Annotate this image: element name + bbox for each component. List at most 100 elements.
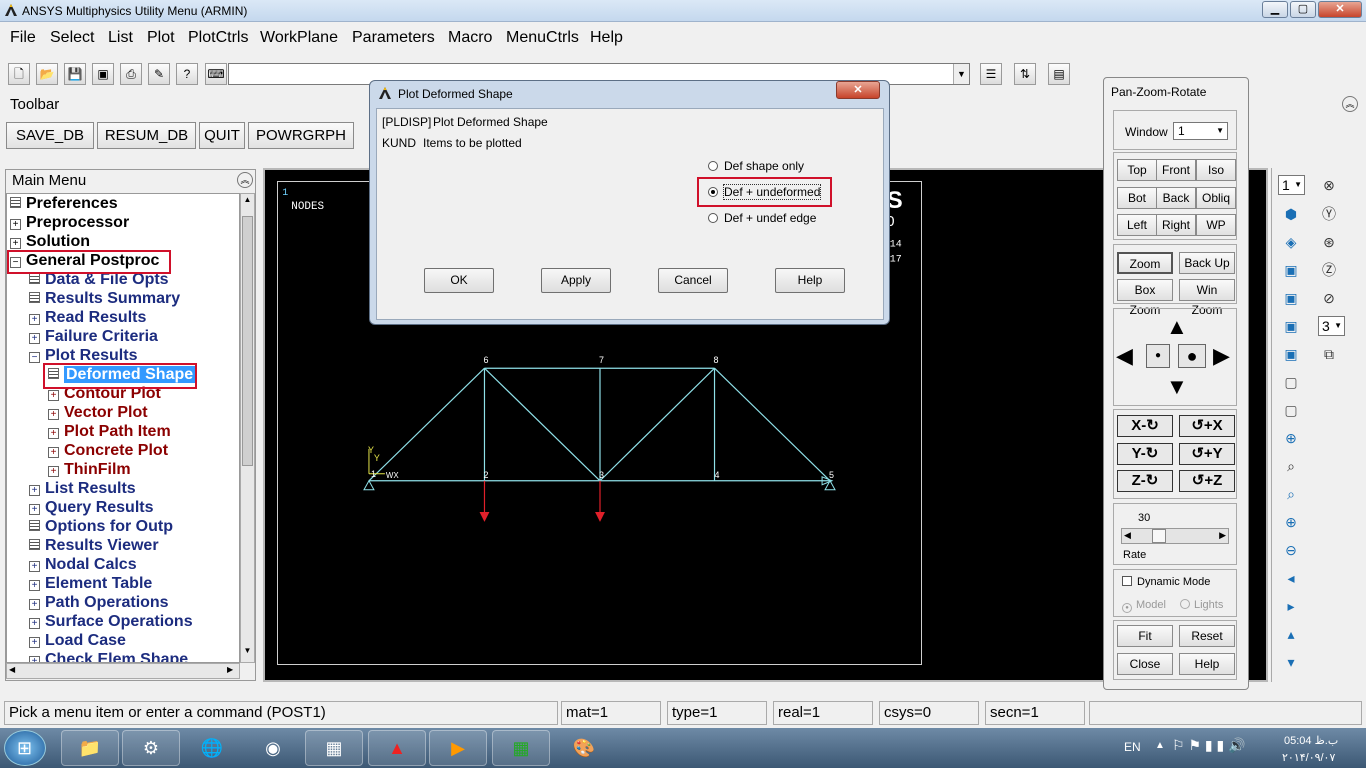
menu-tree-item[interactable]: Results Summary	[29, 289, 180, 308]
ortho-select-dropdown[interactable]: 3 ▼	[1318, 316, 1345, 336]
menu-tree-item[interactable]: + Nodal Calcs	[29, 555, 137, 574]
keyboard-icon[interactable]: ⌨	[205, 63, 227, 85]
zoom-box-icon[interactable]: ⌕	[1280, 455, 1302, 477]
document-icon[interactable]	[29, 539, 40, 550]
raise-hidden-icon[interactable]: ☰	[980, 63, 1002, 85]
dynamic-mode-checkbox[interactable]: Dynamic Mode	[1122, 576, 1210, 588]
view-iso-button[interactable]: Iso	[1196, 159, 1236, 181]
view-left-button[interactable]: Left	[1117, 214, 1157, 236]
tray-expand-icon[interactable]: ▲	[1155, 740, 1165, 751]
back-view-icon[interactable]: ▣	[1280, 343, 1302, 365]
rotate-y-icon[interactable]: Ⓨ	[1318, 203, 1340, 225]
lights-radio[interactable]: Lights	[1180, 599, 1223, 611]
scroll-down-icon[interactable]: ▼	[242, 646, 253, 660]
menu-tree-item[interactable]: + Vector Plot	[48, 403, 148, 422]
expand-icon[interactable]: +	[29, 333, 40, 344]
zoom-out-icon[interactable]: ⊖	[1280, 539, 1302, 561]
dialog-close-button[interactable]: ✕	[836, 81, 880, 99]
box-zoom-button[interactable]: Box Zoom	[1117, 279, 1173, 317]
help-icon[interactable]: ?	[176, 63, 198, 85]
dialog-help-button[interactable]: Help	[775, 268, 845, 293]
pan-up-icon[interactable]: ▲	[1166, 314, 1188, 340]
expand-icon[interactable]: +	[29, 485, 40, 496]
menu-tree-item[interactable]: + Preprocessor	[10, 213, 129, 232]
expand-icon[interactable]: +	[29, 504, 40, 515]
view-obliq-button[interactable]: Obliq	[1196, 187, 1236, 209]
pan-down-icon[interactable]: ▼	[1166, 374, 1188, 400]
main-menu-collapse-icon[interactable]: ︽	[237, 172, 253, 188]
clock-date[interactable]: ۲۰۱۴/۰۹/۰۷	[1282, 751, 1335, 764]
menu-select[interactable]: Select	[50, 29, 94, 47]
menu-tree-item[interactable]: + Path Operations	[29, 593, 169, 612]
scroll-right-icon[interactable]: ▶	[227, 665, 233, 674]
expand-icon[interactable]: +	[10, 219, 21, 230]
scroll-left-icon[interactable]: ◀	[9, 665, 15, 674]
win-zoom-button[interactable]: Win Zoom	[1179, 279, 1235, 317]
expand-icon[interactable]: +	[29, 618, 40, 629]
menu-tree-item[interactable]: + Solution	[10, 232, 90, 251]
expand-icon[interactable]: +	[29, 637, 40, 648]
menu-tree-item[interactable]: + ThinFilm	[48, 460, 131, 479]
view-top-button[interactable]: Top	[1117, 159, 1157, 181]
menu-list[interactable]: List	[108, 29, 133, 47]
iso-view-icon[interactable]: ⬢	[1280, 203, 1302, 225]
zoom-in-icon[interactable]: ⊕	[1280, 511, 1302, 533]
menu-plot[interactable]: Plot	[147, 29, 175, 47]
rotate-x-icon[interactable]: ⊗	[1318, 174, 1340, 196]
main-menu-vertical-scrollbar[interactable]: ▲ ▼	[240, 193, 255, 663]
expand-icon[interactable]: +	[29, 561, 40, 572]
pan-up-icon[interactable]: ▴	[1280, 623, 1302, 645]
slider-left-icon[interactable]: ◀	[1124, 530, 1131, 541]
minimize-button[interactable]: ▁	[1262, 1, 1288, 18]
back-up-button[interactable]: Back Up	[1179, 252, 1235, 274]
collapse-icon[interactable]: −	[29, 352, 40, 363]
rotate-x-plus-button[interactable]: ↺+X	[1179, 415, 1235, 437]
rotate-neg-x-icon[interactable]: ⊘	[1318, 287, 1340, 309]
new-file-icon[interactable]: 🗋	[8, 63, 30, 85]
close-button[interactable]: Close	[1117, 653, 1173, 675]
explorer-taskbar-icon[interactable]: 📁	[61, 730, 119, 766]
pan-down-icon[interactable]: ▾	[1280, 651, 1302, 673]
menu-tree-item[interactable]: + Plot Path Item	[48, 422, 171, 441]
ok-button[interactable]: OK	[424, 268, 494, 293]
menu-tree-item[interactable]: + Read Results	[29, 308, 146, 327]
rotate-neg-z-icon[interactable]: Ⓩ	[1318, 259, 1340, 281]
expand-icon[interactable]: +	[10, 238, 21, 249]
menu-macro[interactable]: Macro	[448, 29, 492, 47]
rotate-z-icon[interactable]: ⊛	[1318, 231, 1340, 253]
menu-tree-item[interactable]: + Load Case	[29, 631, 126, 650]
view-bot-button[interactable]: Bot	[1117, 187, 1157, 209]
document-icon[interactable]	[29, 273, 40, 284]
report-icon[interactable]: ✎	[148, 63, 170, 85]
window-select-dropdown[interactable]: 1 ▼	[1278, 175, 1305, 195]
rotate-z-plus-button[interactable]: ↺+Z	[1179, 470, 1235, 492]
open-icon[interactable]: 📂	[36, 63, 58, 85]
top-view-icon[interactable]: ▣	[1280, 315, 1302, 337]
reset-button[interactable]: Reset	[1179, 625, 1235, 647]
contact-manager-icon[interactable]: ▤	[1048, 63, 1070, 85]
language-indicator[interactable]: EN	[1124, 740, 1141, 754]
menu-plotctrls[interactable]: PlotCtrls	[188, 29, 248, 47]
quit-button[interactable]: QUIT	[199, 122, 245, 149]
left-view-icon[interactable]: ▢	[1280, 371, 1302, 393]
menu-tree-item[interactable]: Options for Outp	[29, 517, 173, 536]
expand-icon[interactable]: +	[48, 409, 59, 420]
command-dropdown-chevron-icon[interactable]: ▼	[953, 64, 969, 84]
radio-def-shape-only[interactable]: Def shape only	[708, 159, 804, 173]
view-back-button[interactable]: Back	[1156, 187, 1196, 209]
zoom-in-large-icon[interactable]: ●	[1178, 344, 1206, 368]
ansys-taskbar-icon[interactable]: ▲	[368, 730, 426, 766]
rotate-z-minus-button[interactable]: Z-↻	[1117, 470, 1173, 492]
document-icon[interactable]	[29, 520, 40, 531]
view-front-button[interactable]: Front	[1156, 159, 1196, 181]
radio-def-undef-edge[interactable]: Def + undef edge	[708, 211, 816, 225]
installer-taskbar-icon[interactable]: ⚙	[122, 730, 180, 766]
save-db-button[interactable]: SAVE_DB	[6, 122, 94, 149]
zoom-fit-icon[interactable]: ⊕	[1280, 427, 1302, 449]
slider-thumb[interactable]	[1152, 529, 1166, 543]
panzoom-help-button[interactable]: Help	[1179, 653, 1235, 675]
zoom-out-small-icon[interactable]: ●	[1146, 344, 1170, 368]
front-view-icon[interactable]: ▣	[1280, 259, 1302, 281]
expand-icon[interactable]: +	[48, 428, 59, 439]
zoom-button[interactable]: Zoom	[1117, 252, 1173, 274]
